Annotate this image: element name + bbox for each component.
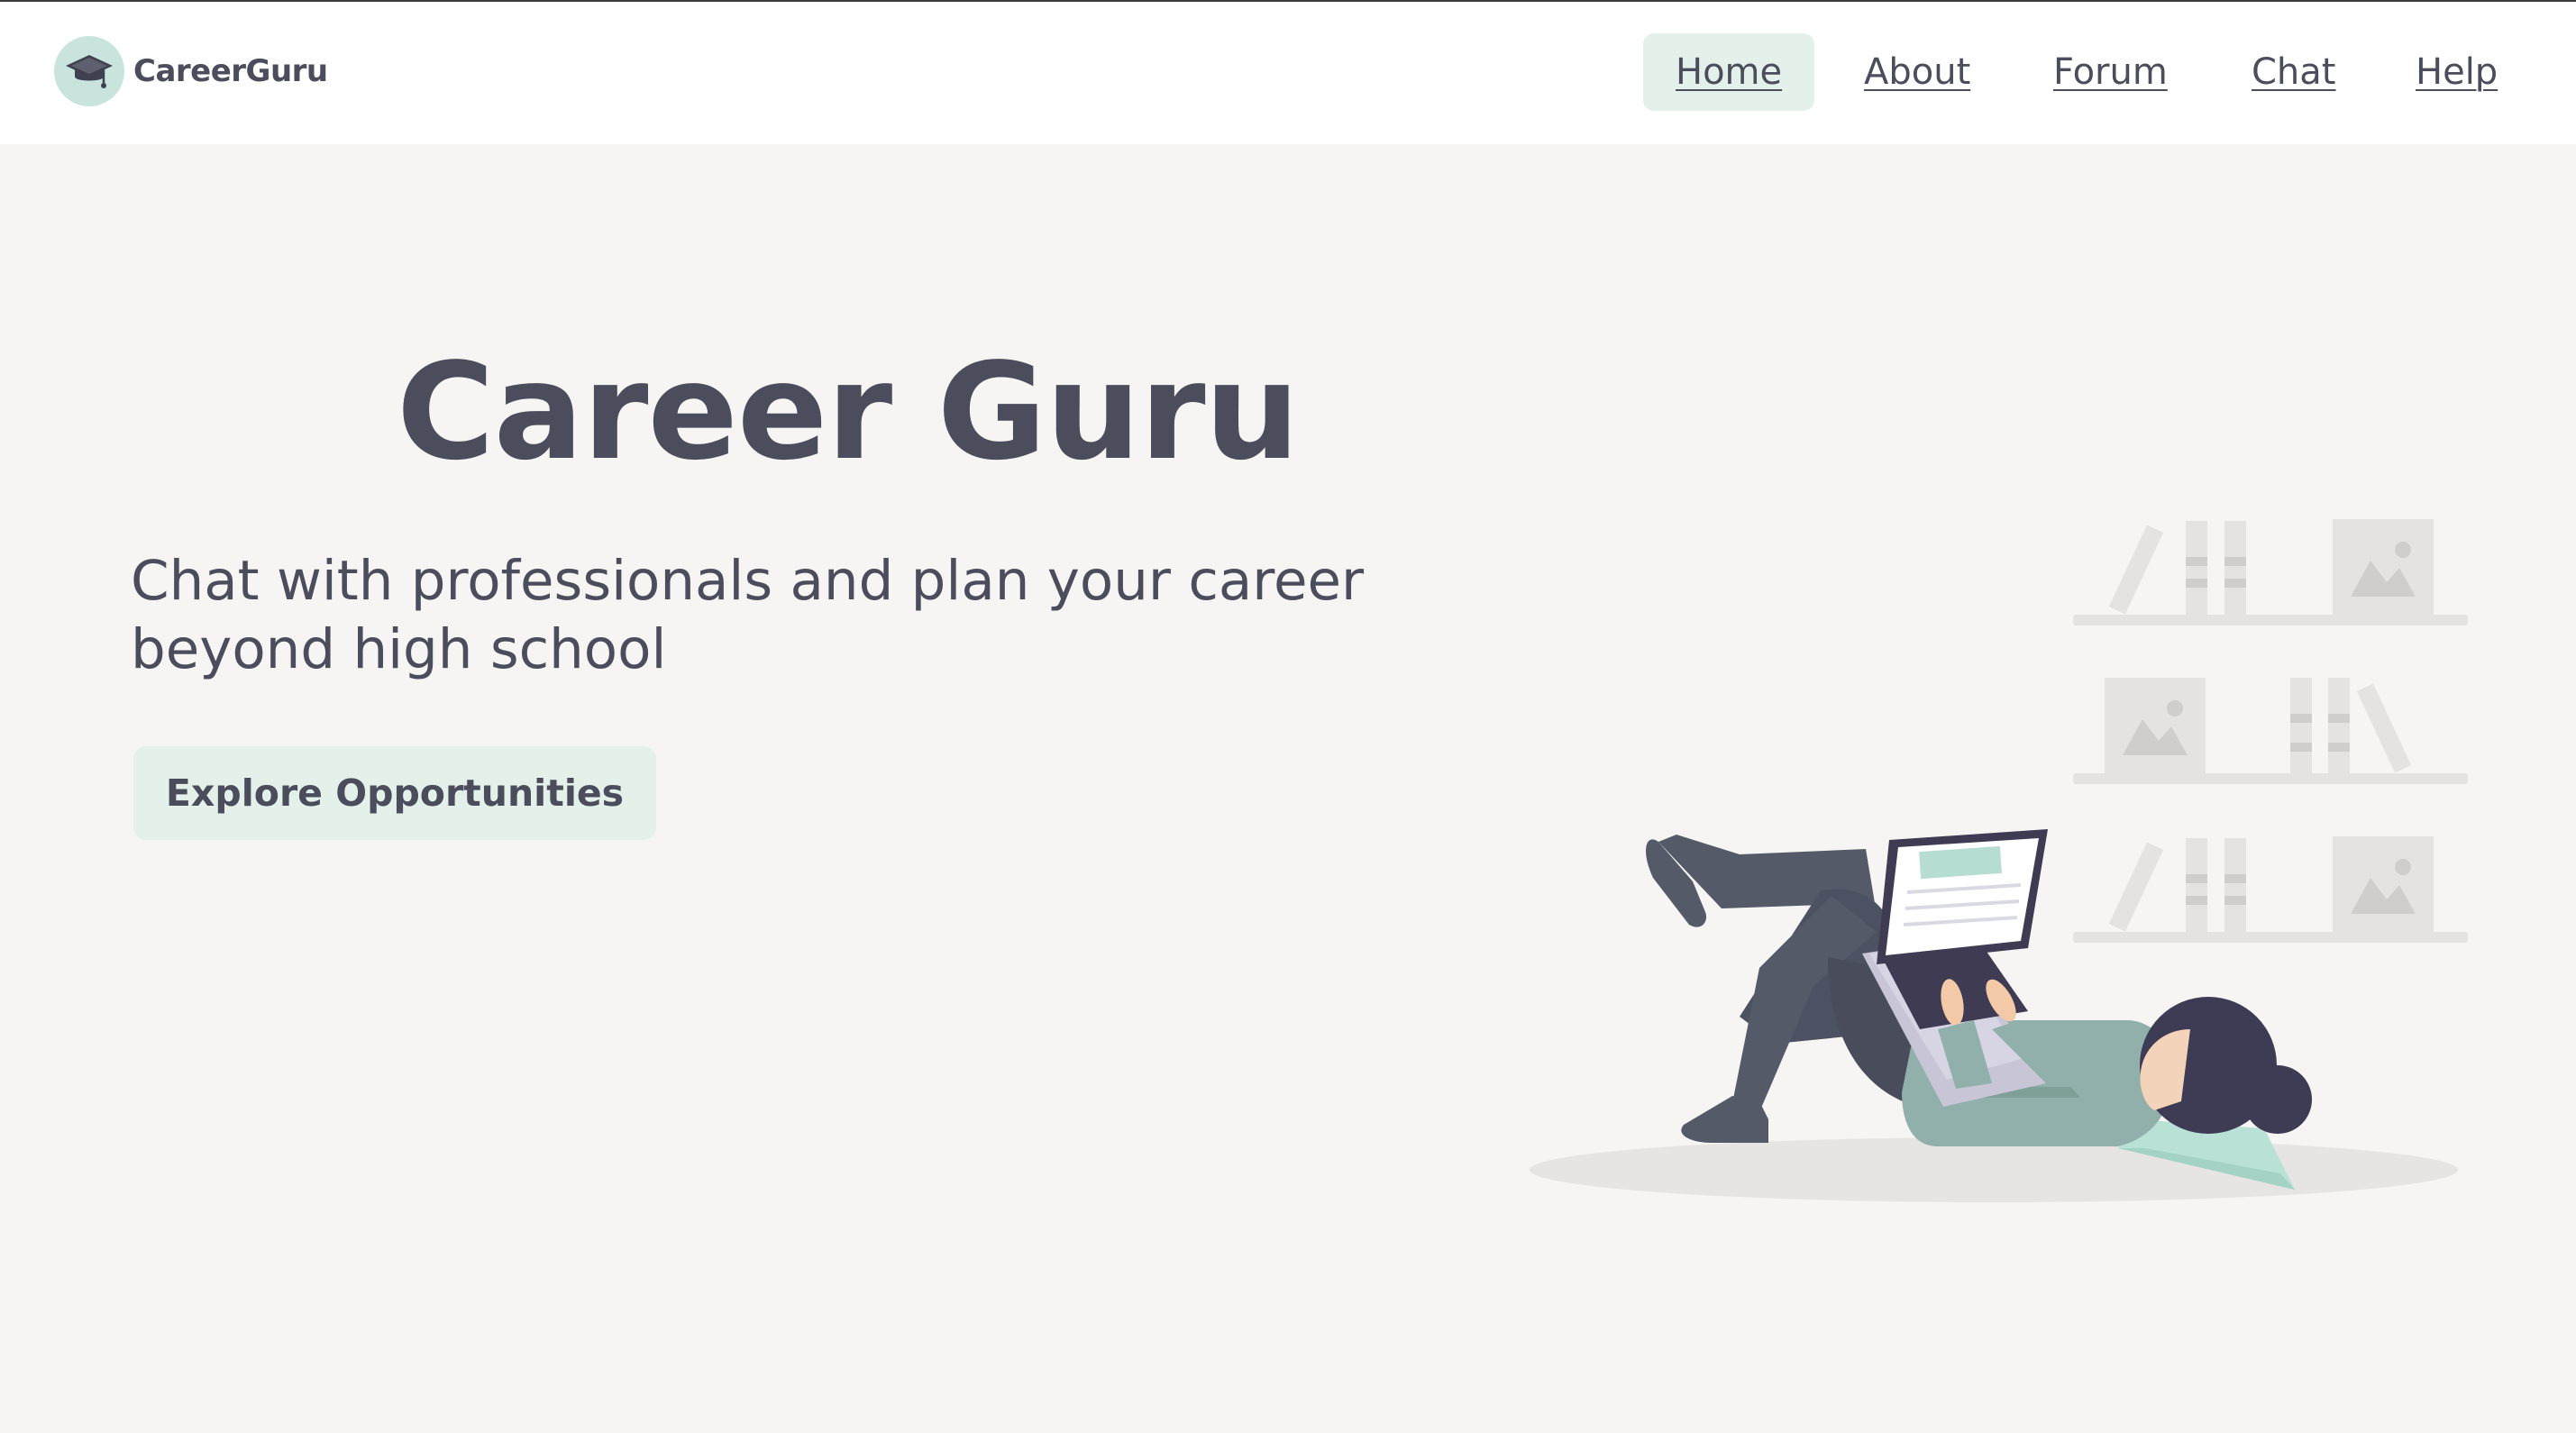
head: [2140, 997, 2312, 1134]
graduation-cap-icon: [54, 36, 124, 106]
brand-logo-link[interactable]: CareerGuru: [54, 36, 328, 106]
nav-link-help[interactable]: Help: [2416, 33, 2498, 111]
page: CareerGuru Home About Forum Chat Help Ca…: [0, 0, 2576, 1433]
nav-link-chat[interactable]: Chat: [2252, 33, 2335, 111]
hero-subtitle: Chat with professionals and plan your ca…: [131, 549, 1365, 681]
nav-link-forum[interactable]: Forum: [2053, 33, 2168, 111]
bookshelf: [2073, 519, 2468, 943]
nav-link-home[interactable]: Home: [1643, 33, 1815, 111]
top-navbar: CareerGuru Home About Forum Chat Help: [0, 2, 2576, 144]
floor-shadow: [1530, 1137, 2458, 1202]
hero-title: Career Guru: [397, 334, 1300, 489]
explore-opportunities-button[interactable]: Explore Opportunities: [133, 746, 656, 840]
hero-illustration: [1523, 507, 2479, 1209]
nav-link-about[interactable]: About: [1864, 33, 1970, 111]
brand-name: CareerGuru: [133, 53, 328, 89]
